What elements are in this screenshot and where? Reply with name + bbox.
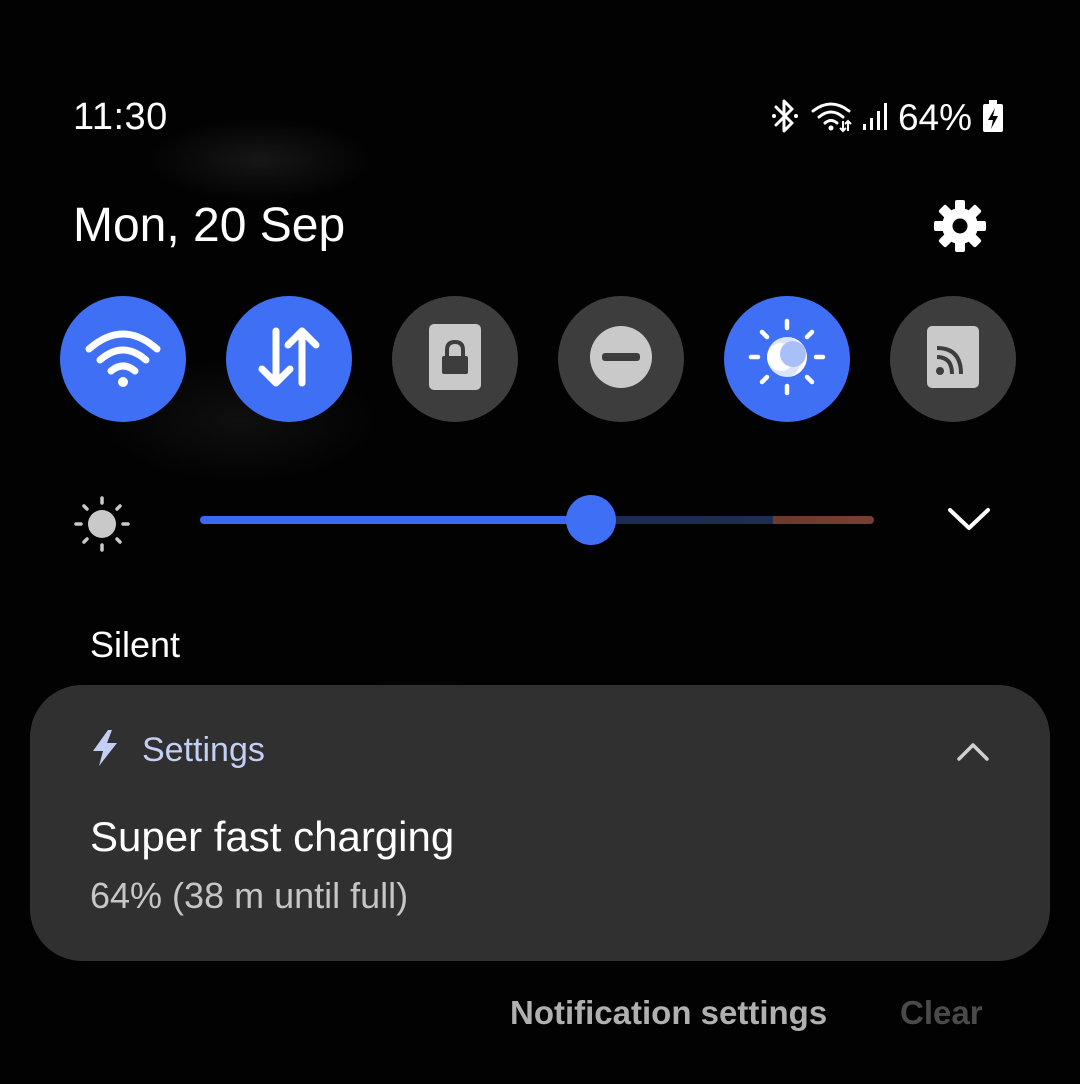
signal-icon xyxy=(862,100,888,137)
lock-icon xyxy=(427,322,483,397)
silent-section-title: Silent xyxy=(90,624,181,665)
notification-title: Super fast charging xyxy=(90,813,455,860)
cast-tile[interactable] xyxy=(890,296,1016,422)
gear-icon[interactable] xyxy=(932,198,988,254)
notification-settings-button[interactable]: Notification settings xyxy=(510,994,827,1032)
mobile-data-tile[interactable] xyxy=(226,296,352,422)
clear-button[interactable]: Clear xyxy=(900,994,983,1032)
status-time: 11:30 xyxy=(73,96,168,138)
sun-moon-icon xyxy=(747,317,827,402)
lightning-icon xyxy=(90,729,120,772)
brightness-slider[interactable] xyxy=(200,495,874,545)
notification-body: 64% (38 m until full) xyxy=(90,875,409,916)
notification-app-header: Settings xyxy=(90,729,265,772)
minus-circle-icon xyxy=(588,324,654,395)
bluetooth-icon xyxy=(770,97,800,140)
quick-settings-tiles xyxy=(60,296,1016,422)
chevron-up-icon[interactable] xyxy=(956,741,990,763)
battery-percent: 64% xyxy=(897,97,972,138)
cast-icon xyxy=(925,324,981,395)
wifi-icon xyxy=(83,325,163,394)
brightness-icon xyxy=(72,494,132,554)
date-label: Mon, 20 Sep xyxy=(73,199,346,252)
do-not-disturb-tile[interactable] xyxy=(558,296,684,422)
wifi-tile[interactable] xyxy=(60,296,186,422)
wifi-icon xyxy=(810,99,852,138)
lock-tile[interactable] xyxy=(392,296,518,422)
eye-comfort-tile[interactable] xyxy=(724,296,850,422)
notification-app-name: Settings xyxy=(142,731,265,769)
notification-card[interactable]: Settings Super fast charging 64% (38 m u… xyxy=(30,685,1050,961)
brightness-row xyxy=(0,490,1080,552)
brightness-slider-thumb[interactable] xyxy=(565,495,616,545)
data-arrows-icon xyxy=(254,325,324,394)
chevron-down-icon[interactable] xyxy=(946,504,992,534)
battery-charging-icon xyxy=(982,99,1004,138)
status-icons: 64% xyxy=(770,96,1004,140)
